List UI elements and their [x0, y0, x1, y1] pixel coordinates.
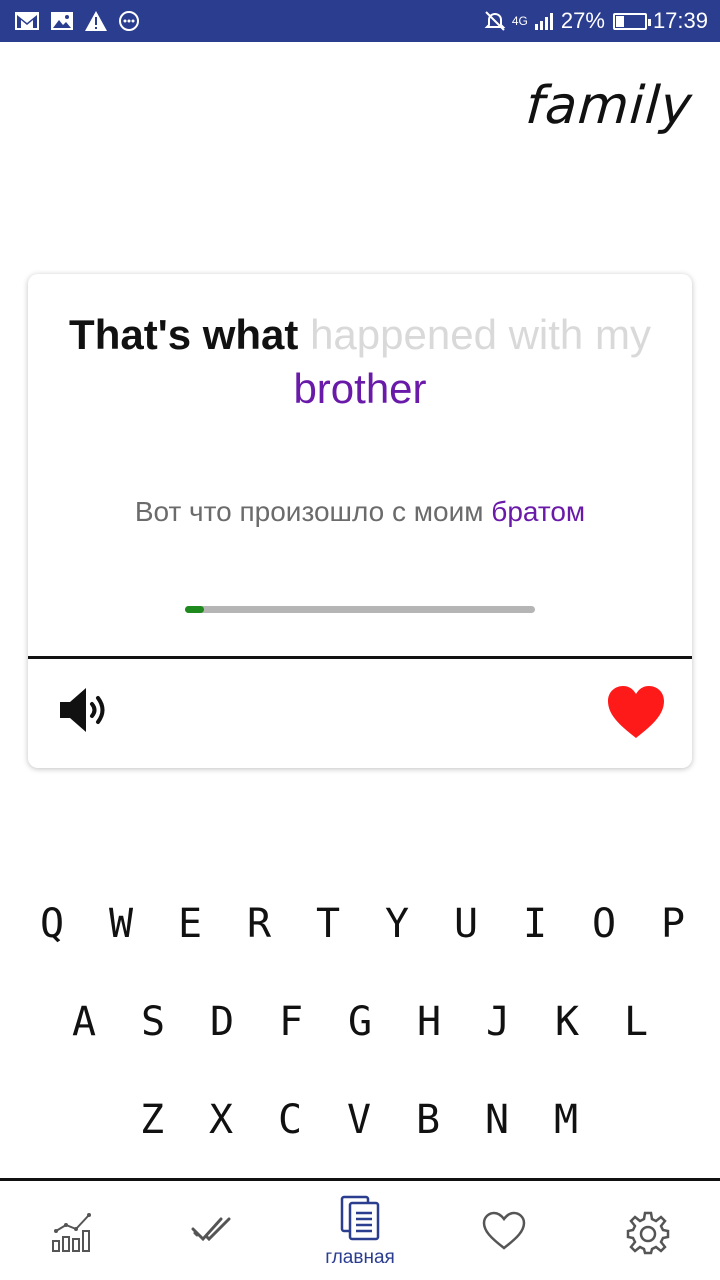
card-divider: [28, 656, 692, 659]
more-icon: [119, 11, 139, 31]
nav-statistics[interactable]: [18, 1181, 128, 1280]
battery-icon: [612, 12, 651, 30]
key-h[interactable]: H: [399, 992, 459, 1052]
key-z[interactable]: Z: [122, 1090, 182, 1150]
key-r[interactable]: R: [229, 894, 289, 954]
key-g[interactable]: G: [330, 992, 390, 1052]
checks-icon: [191, 1217, 231, 1242]
key-w[interactable]: W: [91, 894, 151, 954]
nav-settings[interactable]: [593, 1181, 703, 1280]
bottom-navigation: главная: [0, 1178, 720, 1280]
key-v[interactable]: V: [329, 1090, 389, 1150]
battery-percent: 27%: [560, 8, 605, 33]
key-j[interactable]: J: [468, 992, 528, 1052]
gear-icon: [626, 1211, 670, 1255]
gallery-icon: [51, 12, 73, 30]
speaker-icon[interactable]: [56, 682, 116, 738]
nav-learned[interactable]: [160, 1181, 270, 1280]
russian-translation: Вот что произошло с моим братом: [48, 496, 672, 528]
key-q[interactable]: Q: [22, 894, 82, 954]
cards-icon: [340, 1195, 380, 1241]
mute-icon: [484, 11, 506, 31]
network-type: 4G: [511, 14, 528, 28]
nav-home[interactable]: главная: [305, 1181, 415, 1280]
keyboard-row-1: QWERTYUIOP: [0, 894, 720, 954]
key-s[interactable]: S: [123, 992, 183, 1052]
warning-icon: [85, 11, 107, 31]
phrase-target-word: brother: [293, 365, 427, 412]
key-x[interactable]: X: [191, 1090, 251, 1150]
heart-icon[interactable]: [606, 684, 666, 740]
translation-target-word: братом: [491, 496, 586, 527]
key-t[interactable]: T: [298, 894, 358, 954]
progress-fill: [185, 606, 205, 613]
key-a[interactable]: A: [54, 992, 114, 1052]
status-bar: 4G 27% 17:39: [0, 0, 720, 42]
key-o[interactable]: O: [574, 894, 634, 954]
phrase-known-part: That's what: [69, 311, 299, 358]
signal-icon: [534, 13, 553, 30]
clock: 17:39: [652, 8, 708, 33]
key-m[interactable]: M: [536, 1090, 596, 1150]
key-p[interactable]: P: [643, 894, 703, 954]
key-c[interactable]: C: [260, 1090, 320, 1150]
key-l[interactable]: L: [606, 992, 666, 1052]
phrase-card: That's what happened with my brother Вот…: [28, 274, 692, 768]
stats-icon: [52, 1213, 91, 1252]
status-system: 4G 27% 17:39: [484, 0, 708, 42]
key-b[interactable]: B: [398, 1090, 458, 1150]
progress-bar: [185, 606, 535, 613]
heart-outline-icon: [482, 1211, 526, 1250]
keyboard-row-3: ZXCVBNM: [0, 1090, 720, 1150]
key-i[interactable]: I: [505, 894, 565, 954]
key-e[interactable]: E: [160, 894, 220, 954]
key-n[interactable]: N: [467, 1090, 527, 1150]
status-notifications: [14, 0, 140, 42]
nav-favorites[interactable]: [449, 1181, 559, 1280]
topic-title: family: [523, 76, 695, 136]
gmail-icon: [15, 12, 39, 30]
keyboard-row-2: ASDFGHJKL: [0, 992, 720, 1052]
english-phrase: That's what happened with my brother: [68, 308, 652, 416]
translation-prefix: Вот что произошло с моим: [134, 496, 484, 527]
key-y[interactable]: Y: [367, 894, 427, 954]
nav-home-label: главная: [325, 1247, 395, 1268]
key-f[interactable]: F: [261, 992, 321, 1052]
key-d[interactable]: D: [192, 992, 252, 1052]
key-u[interactable]: U: [436, 894, 496, 954]
phrase-hint-part: happened with my: [310, 311, 651, 358]
key-k[interactable]: K: [537, 992, 597, 1052]
battery-fill: [615, 15, 624, 27]
